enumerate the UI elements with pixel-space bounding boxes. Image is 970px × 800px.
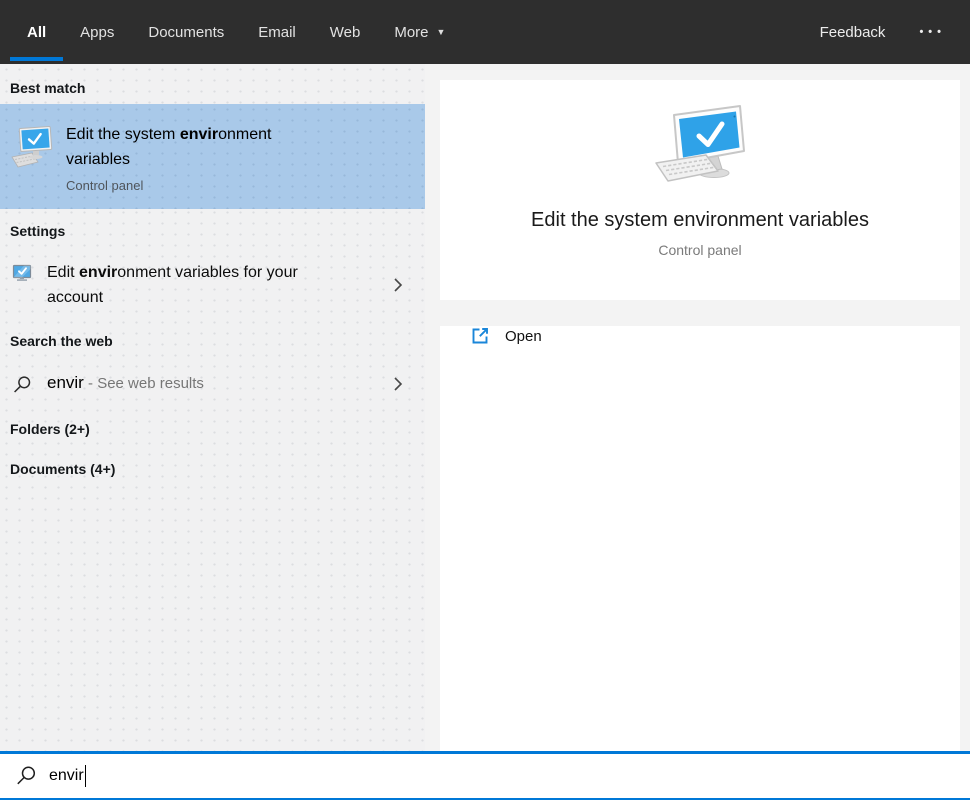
preview-card: Edit the system environment variables Co… [440, 80, 960, 300]
tab-documents[interactable]: Documents [131, 0, 241, 64]
chevron-right-icon[interactable] [393, 376, 403, 392]
title-pre: Edit the system [66, 126, 180, 143]
preview-panel: Edit the system environment variables Co… [425, 64, 970, 773]
tab-web[interactable]: Web [313, 0, 378, 64]
preview-subtitle: Control panel [658, 242, 742, 258]
title-match: envir [179, 126, 219, 143]
tab-email-label: Email [258, 23, 296, 41]
text-cursor [84, 765, 87, 787]
tab-apps[interactable]: Apps [63, 0, 131, 64]
best-match-title: Edit the system environment variables [66, 122, 326, 172]
best-match-subtitle: Control panel [66, 178, 144, 193]
web-suffix: - See web results [83, 375, 204, 392]
actions-card: Open [440, 326, 960, 773]
monitor-check-icon [655, 105, 745, 182]
search-icon [14, 376, 31, 393]
search-flyout: All Apps Documents Email Web More ▼ Feed… [0, 0, 970, 800]
best-match-text: Edit the system environment variables Co… [66, 122, 326, 193]
tab-apps-label: Apps [80, 23, 115, 41]
search-icon [17, 766, 36, 785]
open-external-icon [472, 328, 488, 344]
settings-result-item[interactable]: Edit environment variables for your acco… [0, 248, 425, 322]
web-query: envir [47, 373, 84, 392]
preview-title: Edit the system environment variables [531, 209, 869, 231]
chevron-right-icon[interactable] [393, 277, 403, 293]
open-action-label: Open [505, 327, 542, 345]
display-check-icon [12, 264, 32, 281]
search-input[interactable]: envir [0, 751, 970, 800]
tab-more[interactable]: More ▼ [377, 0, 462, 64]
best-match-item[interactable]: Edit the system environment variables Co… [0, 104, 425, 209]
search-the-web-header: Search the web [10, 333, 113, 349]
tab-more-label: More [394, 23, 429, 41]
monitor-check-icon [11, 125, 53, 168]
documents-group-header[interactable]: Documents (4+) [10, 461, 425, 478]
chevron-down-icon: ▼ [436, 27, 446, 37]
tab-web-label: Web [329, 23, 361, 41]
more-options-icon[interactable]: ••• [915, 26, 950, 38]
tab-email[interactable]: Email [241, 0, 313, 64]
folders-group-header[interactable]: Folders (2+) [10, 421, 425, 438]
best-match-header: Best match [10, 80, 86, 96]
tab-documents-label: Documents [148, 23, 225, 41]
title-match: envir [79, 264, 118, 281]
tab-all[interactable]: All [10, 0, 64, 64]
web-search-text: envir - See web results [47, 370, 204, 397]
settings-result-title: Edit environment variables for your acco… [47, 260, 357, 310]
search-tabs-bar: All Apps Documents Email Web More ▼ Feed… [0, 0, 970, 64]
web-search-item[interactable]: envir - See web results [0, 358, 425, 410]
results-panel: Best match Edit the system environment v… [0, 64, 425, 751]
tab-all-label: All [27, 23, 47, 41]
search-query-text: envir [49, 767, 84, 784]
card-divider [440, 300, 960, 304]
settings-header: Settings [10, 223, 66, 239]
feedback-button[interactable]: Feedback [812, 24, 894, 41]
open-action[interactable]: Open [470, 326, 960, 346]
title-pre: Edit [47, 264, 80, 281]
